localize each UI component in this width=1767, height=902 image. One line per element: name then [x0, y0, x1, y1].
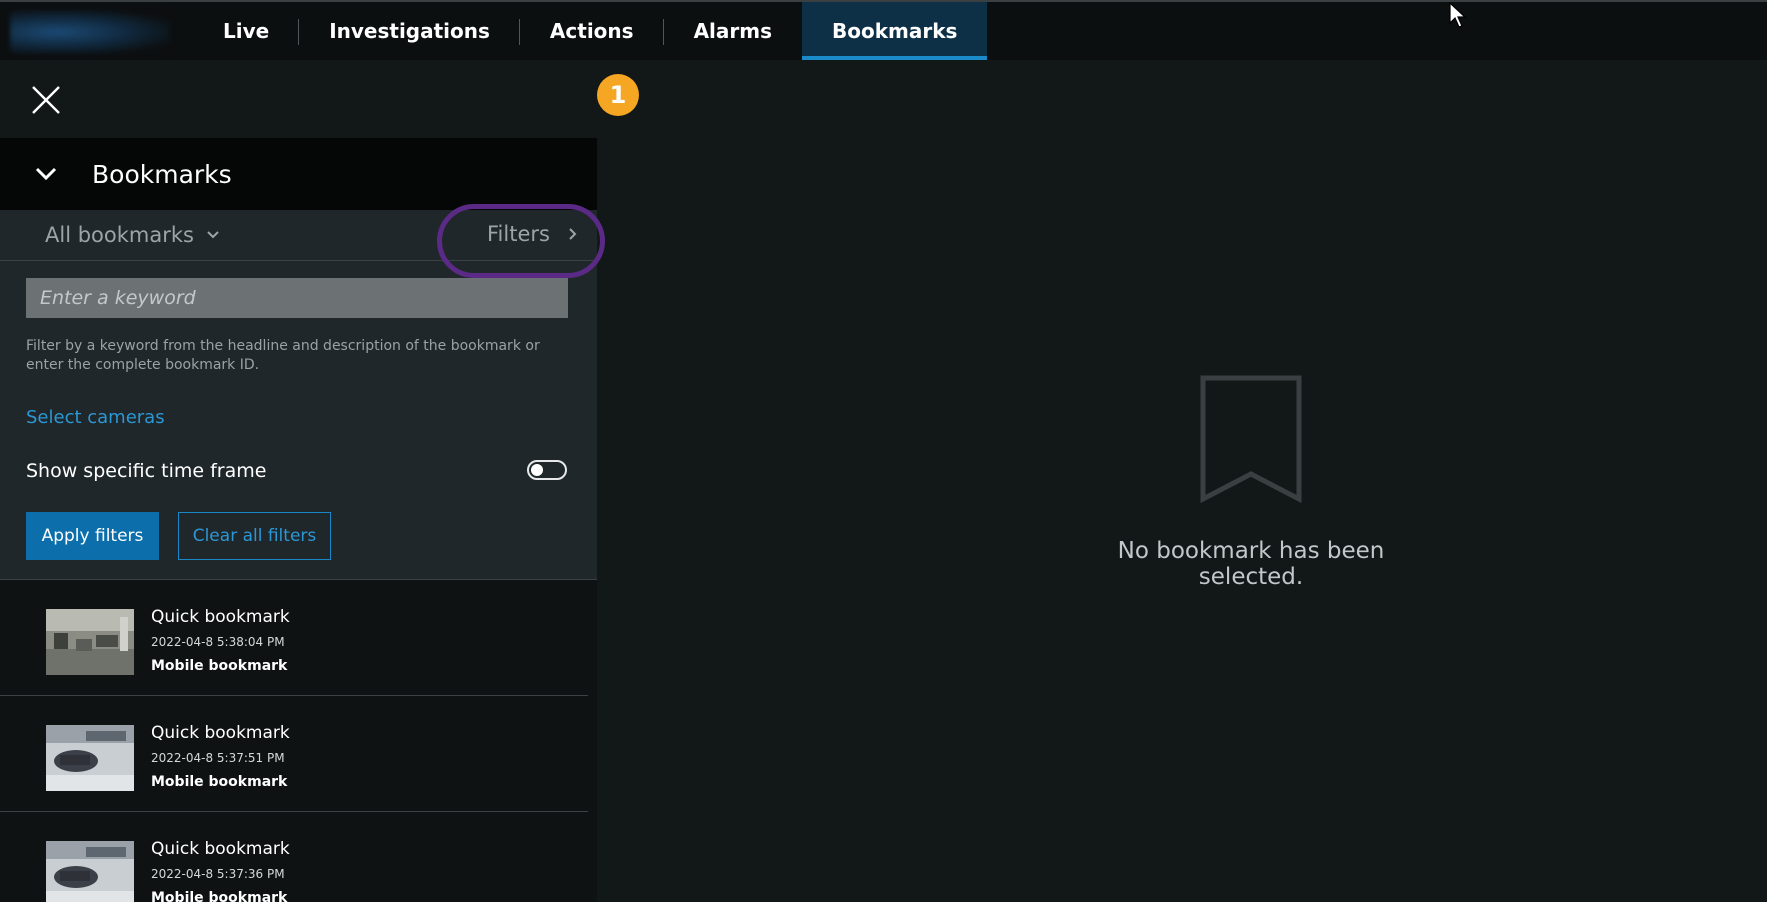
clear-all-filters-button[interactable]: Clear all filters — [178, 512, 331, 560]
bookmark-timestamp: 2022-04-8 5:37:51 PM — [151, 751, 285, 765]
apply-filters-button[interactable]: Apply filters — [26, 512, 159, 560]
tab-actions-label: Actions — [549, 19, 634, 43]
tab-actions[interactable]: Actions — [520, 2, 664, 60]
bookmark-camera: Mobile bookmark — [151, 890, 288, 902]
chevron-down-icon[interactable] — [34, 162, 58, 186]
bookmark-thumbnail — [46, 841, 134, 902]
tab-alarms[interactable]: Alarms — [664, 2, 802, 60]
toggle-knob — [531, 464, 543, 476]
chevron-right-icon — [569, 228, 577, 240]
list-item[interactable]: Quick bookmark 2022-04-8 5:37:36 PM Mobi… — [0, 812, 588, 902]
bookmark-view-label: All bookmarks — [45, 223, 194, 247]
bookmark-list: Quick bookmark 2022-04-8 5:38:04 PM Mobi… — [0, 579, 597, 902]
bookmark-thumbnail — [46, 725, 134, 791]
tab-investigations[interactable]: Investigations — [299, 2, 520, 60]
tab-bookmarks-label: Bookmarks — [832, 19, 958, 43]
chevron-down-icon — [207, 231, 219, 239]
top-navigation-bar: Live Investigations Actions Alarms Bookm… — [0, 0, 1767, 60]
bookmark-view-dropdown[interactable]: All bookmarks — [45, 223, 220, 247]
tab-alarms-label: Alarms — [693, 19, 772, 43]
bookmark-thumbnail — [46, 609, 134, 675]
empty-state-message: No bookmark has been selected. — [1117, 538, 1385, 590]
select-cameras-link[interactable]: Select cameras — [26, 407, 165, 428]
panel-subbar: All bookmarks Filters — [0, 204, 605, 278]
bookmark-title: Quick bookmark — [151, 723, 290, 743]
filters-label: Filters — [487, 222, 550, 246]
tab-investigations-label: Investigations — [329, 19, 490, 43]
time-frame-label: Show specific time frame — [26, 460, 267, 482]
callout-badge: 1 — [597, 74, 639, 116]
tab-live[interactable]: Live — [196, 2, 300, 60]
bookmark-timestamp: 2022-04-8 5:37:36 PM — [151, 867, 285, 881]
bookmark-outline-icon — [1200, 375, 1302, 503]
filters-button[interactable]: Filters — [487, 222, 578, 246]
bookmark-camera: Mobile bookmark — [151, 658, 288, 674]
panel-title: Bookmarks — [92, 159, 232, 189]
bookmark-title: Quick bookmark — [151, 839, 290, 859]
panel-header: Bookmarks — [0, 138, 597, 210]
mouse-cursor-icon — [1449, 2, 1467, 28]
time-frame-toggle[interactable] — [527, 460, 567, 480]
main-tabs: Live Investigations Actions Alarms Bookm… — [196, 2, 988, 60]
bookmark-title: Quick bookmark — [151, 607, 290, 627]
keyword-help-text: Filter by a keyword from the headline an… — [26, 338, 540, 373]
app-logo — [10, 10, 170, 54]
list-item[interactable]: Quick bookmark 2022-04-8 5:38:04 PM Mobi… — [0, 580, 588, 696]
bookmarks-panel: Bookmarks All bookmarks Filters Filter b… — [0, 138, 605, 902]
close-icon[interactable] — [30, 84, 62, 116]
bookmark-timestamp: 2022-04-8 5:38:04 PM — [151, 635, 285, 649]
keyword-search-input[interactable] — [26, 278, 568, 318]
tab-live-label: Live — [223, 19, 270, 43]
tab-bookmarks[interactable]: Bookmarks — [802, 2, 988, 60]
bookmark-camera: Mobile bookmark — [151, 774, 288, 790]
list-item[interactable]: Quick bookmark 2022-04-8 5:37:51 PM Mobi… — [0, 696, 588, 812]
